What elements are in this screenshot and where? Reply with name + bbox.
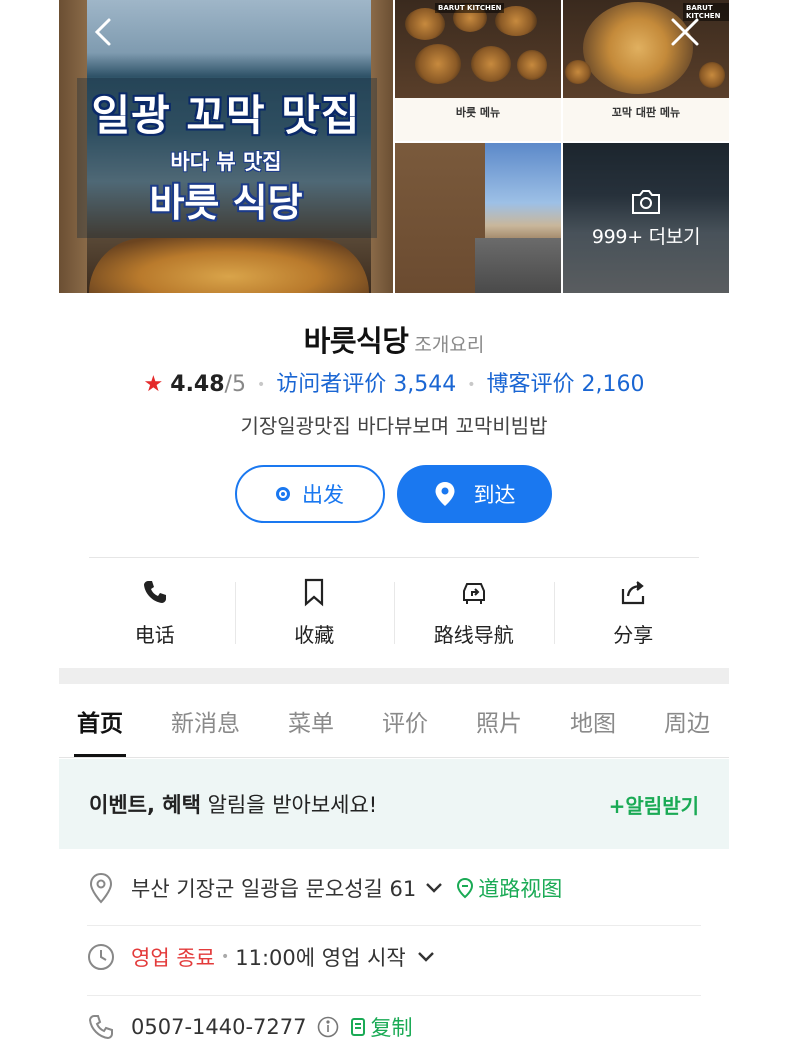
hours-row[interactable]: 영업 종료 • 11:00에 영업 시작	[87, 942, 701, 972]
place-title-row: 바릇식당 조개요리	[59, 318, 729, 360]
chevron-down-icon[interactable]	[424, 881, 444, 895]
close-button[interactable]	[667, 14, 703, 50]
save-action[interactable]: 收藏	[234, 572, 395, 652]
dot-separator: •	[220, 949, 230, 965]
menu-photo-1[interactable]: BARUT KITCHEN 바릇 메뉴	[395, 0, 561, 141]
brand-label: BARUT KITCHEN	[435, 3, 505, 13]
photo-gallery[interactable]: 일광 꼬막 맛집 바다 뷰 맛집 바릇 식당 BARUT KITCHEN 바릇 …	[59, 0, 729, 293]
subscribe-alert-label: +알림받기	[608, 793, 699, 818]
menu-photo-2-title: 꼬막 대판 메뉴	[611, 106, 681, 119]
navigation-label: 路线导航	[433, 623, 514, 647]
bookmark-icon	[305, 578, 324, 607]
building-wall	[395, 143, 485, 293]
share-label: 分享	[613, 623, 654, 647]
tab-menu[interactable]: 菜单	[288, 684, 334, 757]
photo-restaurant-name: 바릇 식당	[149, 181, 303, 225]
phone-icon	[143, 581, 166, 603]
share-icon	[622, 581, 645, 605]
food-plate-image	[89, 238, 369, 293]
more-photos-label: 999+ 더보기	[591, 225, 701, 248]
call-label: 电话	[134, 623, 175, 647]
address-text: 부산 기장군 일광읍 문오성길 61	[131, 877, 417, 901]
more-photos-button[interactable]: 999+ 더보기	[563, 143, 729, 293]
phone-outline-icon	[88, 1015, 113, 1040]
rating-row: ★ 4.48/5 • 访问者评价 3,544 • 博客评价 2,160	[59, 366, 729, 398]
notification-banner: 이벤트, 혜택 알림을 받아보세요! +알림받기	[59, 759, 729, 849]
map-pin-icon	[89, 872, 113, 904]
opening-hours: 11:00에 영업 시작	[235, 946, 406, 970]
origin-dot-icon	[276, 487, 290, 501]
star-icon: ★	[143, 372, 164, 397]
copy-icon	[350, 1018, 365, 1036]
car-navigation-icon	[462, 583, 485, 604]
rating-scale: /5	[224, 372, 246, 397]
street-view-pin-icon	[457, 877, 474, 899]
action-bar: 电话 收藏 路线导航 分享	[75, 572, 713, 652]
section-separator	[59, 668, 729, 684]
chevron-left-icon	[94, 18, 111, 46]
street-view-link[interactable]: 道路视图	[478, 873, 562, 903]
menu-photo-2[interactable]: BARUT KITCHEN 꼬막 대판 메뉴	[563, 0, 729, 141]
location-pin-icon	[435, 482, 454, 506]
tab-home[interactable]: 首页	[74, 684, 126, 757]
notification-rest: 알림을 받아보세요!	[200, 793, 378, 817]
place-name: 바릇식당	[303, 324, 409, 358]
road	[475, 238, 561, 293]
dot-separator: •	[467, 377, 476, 393]
photo-headline: 일광 꼬막 맛집	[91, 91, 361, 140]
dot-separator: •	[256, 377, 266, 393]
phone-number: 0507-1440-7277	[131, 1015, 307, 1039]
depart-button[interactable]: 出发	[235, 465, 385, 523]
place-category: 조개요리	[414, 334, 485, 356]
business-status: 영업 종료	[131, 946, 215, 970]
menu-photo-1-title: 바릇 메뉴	[455, 106, 501, 119]
camera-icon	[632, 189, 660, 214]
share-action[interactable]: 分享	[553, 572, 714, 652]
address-row[interactable]: 부산 기장군 일광읍 문오성길 61 道路视图	[87, 872, 701, 904]
arrive-label: 到达	[473, 483, 516, 507]
copy-phone-button[interactable]: 复制	[371, 1012, 413, 1042]
street-photo[interactable]	[395, 143, 561, 293]
place-detail-screen: 일광 꼬막 맛집 바다 뷰 맛집 바릇 식당 BARUT KITCHEN 바릇 …	[59, 0, 729, 1051]
chevron-down-icon[interactable]	[416, 950, 436, 964]
back-button[interactable]	[87, 14, 123, 50]
tab-bar: 首页 新消息 菜单 评价 照片 地图 周边	[59, 684, 729, 758]
menu-photo-1-food	[395, 0, 561, 98]
arrive-button[interactable]: 到达	[397, 465, 552, 523]
close-icon	[671, 18, 699, 46]
subscribe-alert-button[interactable]: +알림받기	[609, 790, 699, 819]
tab-news[interactable]: 新消息	[171, 684, 240, 757]
tab-reviews[interactable]: 评价	[382, 684, 428, 757]
save-label: 收藏	[294, 623, 335, 647]
place-description: 기장일광맛집 바다뷰보며 꼬막비빔밥	[240, 414, 548, 438]
blog-reviews-link[interactable]: 博客评价 2,160	[486, 372, 644, 397]
depart-label: 出发	[302, 483, 344, 507]
tab-photos[interactable]: 照片	[476, 684, 522, 757]
notification-bold: 이벤트, 혜택	[89, 793, 201, 817]
tab-nearby[interactable]: 周边	[664, 684, 710, 757]
notification-text: 이벤트, 혜택 알림을 받아보세요!	[89, 789, 377, 819]
divider	[87, 995, 701, 996]
divider	[87, 925, 701, 926]
call-action[interactable]: 电话	[75, 572, 235, 652]
navigation-action[interactable]: 路线导航	[394, 572, 554, 652]
clock-icon	[88, 944, 114, 970]
info-icon[interactable]	[317, 1016, 339, 1038]
divider	[89, 557, 699, 558]
phone-row[interactable]: 0507-1440-7277 复制	[87, 1012, 701, 1042]
rating-score: 4.48	[170, 372, 225, 397]
visitor-reviews-link[interactable]: 访问者评价 3,544	[276, 372, 456, 397]
tab-map[interactable]: 地图	[570, 684, 616, 757]
